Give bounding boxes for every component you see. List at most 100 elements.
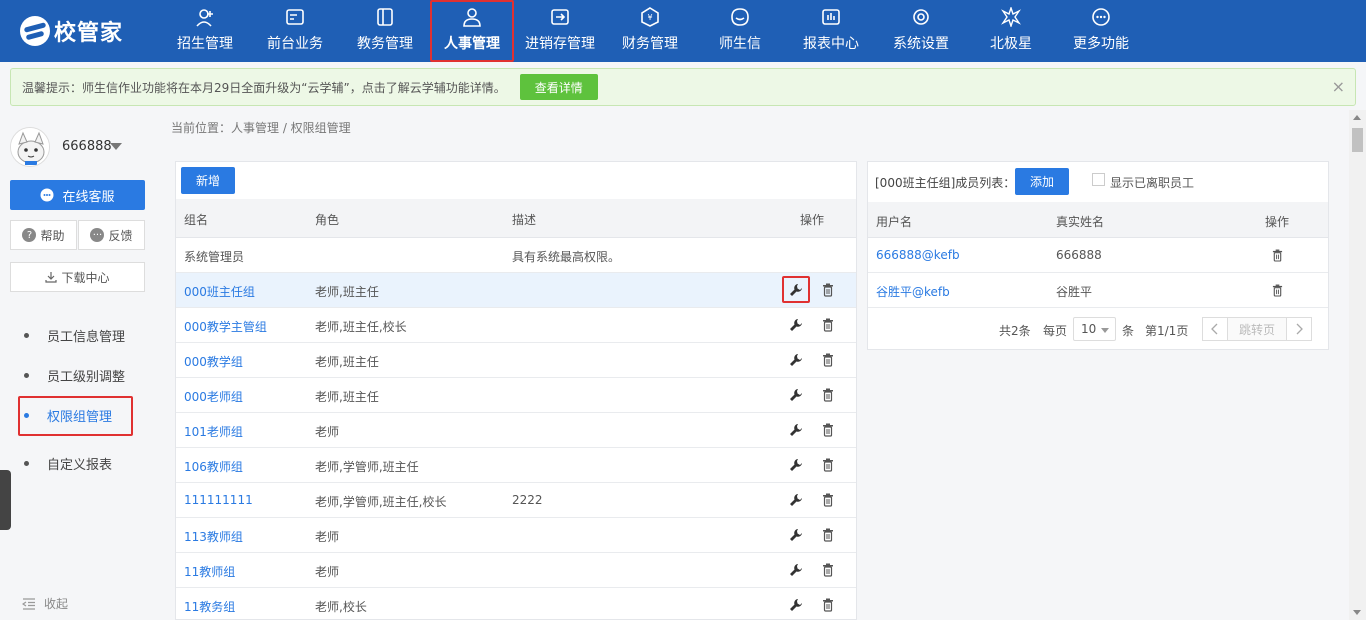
trash-icon[interactable]	[1272, 249, 1283, 262]
collapse-button[interactable]: 收起	[22, 595, 68, 612]
online-service-button[interactable]: 在线客服	[10, 180, 145, 210]
group-name[interactable]: 000教学主管组	[184, 318, 267, 335]
trash-icon[interactable]	[822, 528, 834, 542]
pager-page-info: 第1/1页	[1145, 324, 1189, 338]
table-row[interactable]: 000班主任组 老师,班主任	[176, 273, 856, 308]
group-name[interactable]: 101老师组	[184, 423, 243, 440]
side-menu-item[interactable]: 权限组管理	[0, 395, 155, 436]
feedback-button[interactable]: ··· 反馈	[78, 220, 145, 250]
next-page-button[interactable]	[1286, 317, 1312, 341]
trash-icon[interactable]	[822, 388, 834, 402]
group-name[interactable]: 11教师组	[184, 563, 235, 580]
nav-item-book[interactable]: 教务管理	[340, 0, 430, 62]
wrench-icon[interactable]	[789, 563, 803, 577]
trash-icon[interactable]	[822, 563, 834, 577]
trash-icon[interactable]	[822, 493, 834, 507]
prev-page-button[interactable]	[1202, 317, 1228, 341]
top-nav-bar: 校管家 招生管理 前台业务 教务管理 人事管理 进销存管理 ¥ 财务管理 师生信 报表中心 系统设…	[0, 0, 1366, 62]
help-button[interactable]: ? 帮助	[10, 220, 77, 250]
per-page-select[interactable]: 10	[1073, 317, 1116, 341]
nav-item-star[interactable]: 北极星	[966, 0, 1056, 62]
chevron-right-icon	[1296, 323, 1303, 335]
show-resigned-checkbox[interactable]	[1092, 173, 1105, 186]
group-name[interactable]: 000老师组	[184, 388, 243, 405]
username[interactable]: 666888	[62, 139, 112, 154]
trash-icon[interactable]	[822, 283, 834, 297]
wrench-icon[interactable]	[789, 318, 803, 332]
member-username[interactable]: 666888@kefb	[876, 248, 960, 262]
download-label: 下载中心	[61, 270, 110, 285]
yen-icon: ¥	[640, 7, 660, 27]
chevron-down-icon[interactable]	[110, 143, 122, 150]
nav-item-label: 更多功能	[1073, 36, 1129, 52]
group-name[interactable]: 113教师组	[184, 528, 243, 545]
side-grip-handle[interactable]	[0, 470, 11, 530]
wrench-icon[interactable]	[789, 598, 803, 612]
group-roles: 老师	[315, 530, 340, 544]
scroll-up-arrow-icon[interactable]	[1353, 115, 1361, 120]
chat-icon	[730, 7, 750, 27]
member-username[interactable]: 谷胜平@kefb	[876, 283, 950, 300]
app-logo[interactable]: 校管家	[20, 16, 123, 46]
group-description: 2222	[512, 493, 543, 507]
group-name[interactable]: 000教学组	[184, 353, 243, 370]
table-row[interactable]: 113教师组 老师	[176, 518, 856, 553]
table-row[interactable]: 666888@kefb 666888	[868, 238, 1328, 273]
members-title: [000班主任组]成员列表：	[875, 176, 1016, 190]
group-name[interactable]: 000班主任组	[184, 283, 255, 300]
table-row[interactable]: 106教师组 老师,学管师,班主任	[176, 448, 856, 483]
group-name[interactable]: 106教师组	[184, 458, 243, 475]
close-icon[interactable]: ×	[1332, 77, 1345, 96]
wrench-icon[interactable]	[789, 388, 803, 402]
table-row[interactable]: 101老师组 老师	[176, 413, 856, 448]
nav-item-yen[interactable]: ¥ 财务管理	[606, 0, 694, 62]
table-row[interactable]: 11教务组 老师,校长	[176, 588, 856, 619]
nav-item-user-plus[interactable]: 招生管理	[160, 0, 250, 62]
table-row[interactable]: 11教师组 老师	[176, 553, 856, 588]
nav-item-id-card[interactable]: 前台业务	[250, 0, 340, 62]
scroll-down-arrow-icon[interactable]	[1353, 610, 1361, 615]
trash-icon[interactable]	[822, 353, 834, 367]
nav-item-label: 人事管理	[444, 36, 500, 52]
trash-icon[interactable]	[822, 458, 834, 472]
download-center-button[interactable]: 下载中心	[10, 262, 145, 292]
group-name[interactable]: 111111111	[184, 493, 253, 507]
side-menu-item[interactable]: 自定义报表	[0, 443, 155, 483]
table-row[interactable]: 谷胜平@kefb 谷胜平	[868, 273, 1328, 308]
nav-item-person[interactable]: 人事管理	[430, 0, 514, 62]
jump-page-input[interactable]: 跳转页	[1228, 317, 1286, 341]
side-menu-item[interactable]: 员工级别调整	[0, 355, 155, 395]
nav-item-chart[interactable]: 报表中心	[786, 0, 876, 62]
avatar[interactable]	[10, 127, 50, 167]
nav-item-chat[interactable]: 师生信	[694, 0, 786, 62]
groups-table-header: 组名 角色 描述 操作	[176, 199, 856, 238]
add-member-button[interactable]: 添加	[1015, 168, 1069, 195]
view-details-button[interactable]: 查看详情	[519, 74, 598, 100]
trash-icon[interactable]	[822, 318, 834, 332]
trash-icon[interactable]	[822, 598, 834, 612]
table-row[interactable]: 系统管理员 具有系统最高权限。	[176, 238, 856, 273]
wrench-icon[interactable]	[789, 353, 803, 367]
gear-icon	[911, 7, 931, 27]
side-menu-item[interactable]: 员工信息管理	[0, 315, 155, 355]
scroll-thumb[interactable]	[1352, 128, 1363, 152]
more-icon	[1091, 7, 1111, 27]
table-row[interactable]: 000教学组 老师,班主任	[176, 343, 856, 378]
member-realname: 谷胜平	[1056, 285, 1093, 299]
nav-item-arrow-box[interactable]: 进销存管理	[514, 0, 606, 62]
table-row[interactable]: 000教学主管组 老师,班主任,校长	[176, 308, 856, 343]
add-group-button[interactable]: 新增	[181, 167, 235, 194]
nav-item-more[interactable]: 更多功能	[1056, 0, 1146, 62]
table-row[interactable]: 000老师组 老师,班主任	[176, 378, 856, 413]
page-scrollbar[interactable]	[1349, 110, 1366, 620]
wrench-icon[interactable]	[789, 458, 803, 472]
table-row[interactable]: 111111111 老师,学管师,班主任,校长 2222	[176, 483, 856, 518]
group-name[interactable]: 11教务组	[184, 598, 235, 615]
trash-icon[interactable]	[822, 423, 834, 437]
nav-item-gear[interactable]: 系统设置	[876, 0, 966, 62]
trash-icon[interactable]	[1272, 284, 1283, 297]
wrench-icon[interactable]	[789, 423, 803, 437]
wrench-icon[interactable]	[789, 493, 803, 507]
feedback-label: 反馈	[108, 228, 133, 243]
wrench-icon[interactable]	[789, 528, 803, 542]
